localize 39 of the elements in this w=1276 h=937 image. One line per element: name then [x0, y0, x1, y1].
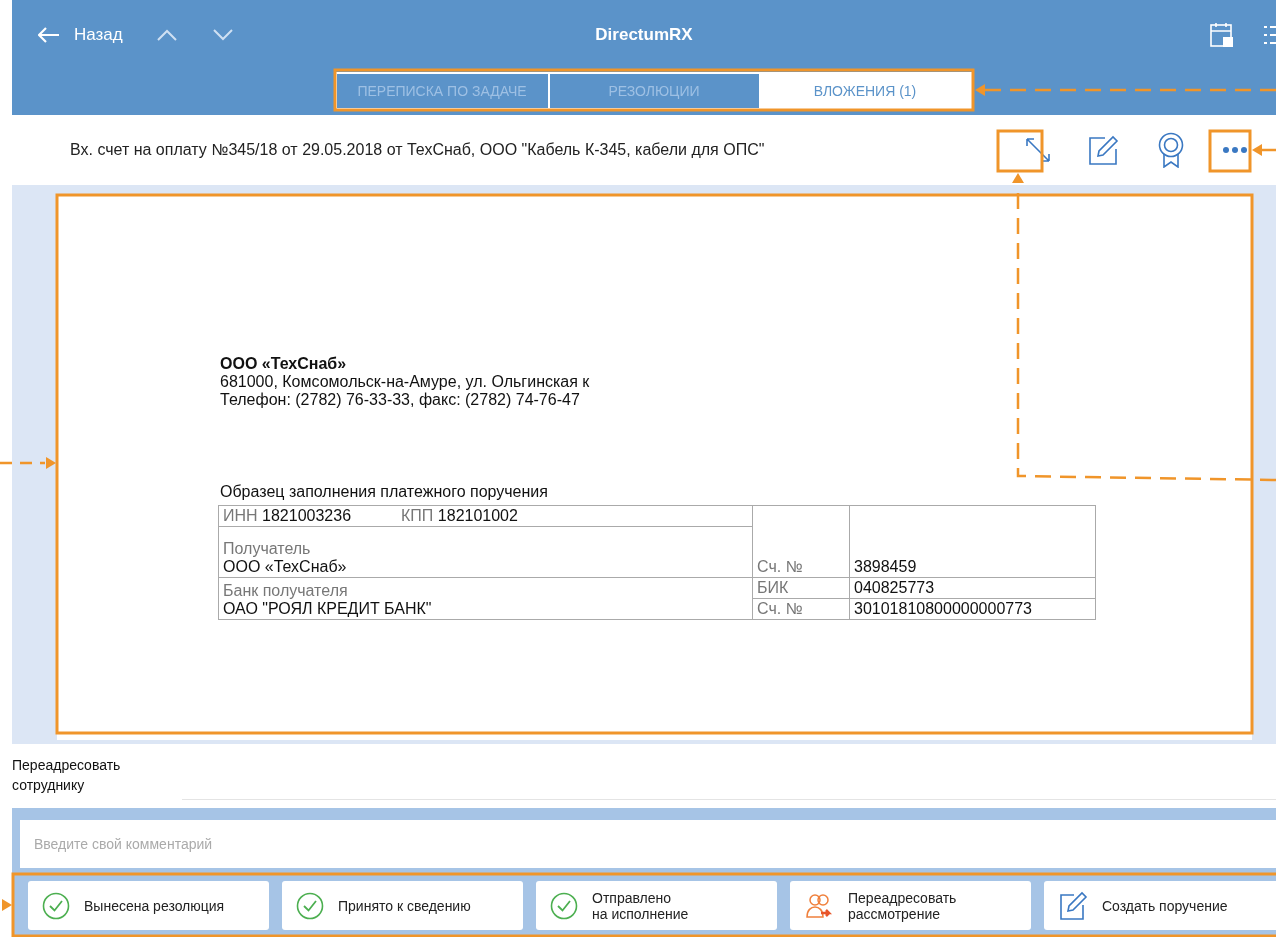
action-button[interactable]: Отправлено на исполнение: [536, 881, 777, 930]
award-icon[interactable]: [1156, 132, 1186, 168]
check-circle-icon: [550, 891, 578, 920]
company-phone: Телефон: (2782) 76-33-33, факс: (2782) 74-76-47: [220, 391, 581, 409]
callout-frame: [996, 129, 1044, 173]
forward-label: Переадресовать сотруднику: [12, 756, 122, 795]
callout-frame: [1208, 129, 1252, 173]
table-cell: Банк получателя ОАО "РОЯЛ КРЕДИТ БАНК": [218, 577, 753, 620]
action-button[interactable]: Создать поручение: [1044, 881, 1276, 930]
action-button[interactable]: Принято к сведению: [282, 881, 523, 930]
form-title: Образец заполнения платежного поручения: [220, 483, 549, 501]
table-cell: Сч. №: [752, 598, 850, 620]
table-cell: БИК: [752, 577, 850, 599]
action-button[interactable]: Переадресовать рассмотрение: [790, 881, 1031, 930]
check-circle-icon: [42, 891, 70, 920]
leader-arrow: [0, 457, 56, 469]
table-cell: 040825773: [849, 577, 1096, 599]
company-name: ООО «ТехСнаб»: [220, 355, 348, 373]
edit-icon[interactable]: [1088, 134, 1120, 166]
table-cell: ИНН 1821003236 КПП 182101002: [218, 505, 753, 527]
check-circle-icon: [296, 891, 324, 920]
action-button[interactable]: Вынесена резолюция: [28, 881, 269, 930]
company-address: 681000, Комсомольск-на-Амуре, ул. Ольгинская к: [220, 373, 591, 391]
table-cell: Получатель ООО «ТехСнаб»: [218, 526, 753, 578]
chevron-down-icon[interactable]: [212, 29, 233, 41]
back-arrow-icon: [38, 27, 60, 43]
more-icon[interactable]: [1222, 146, 1248, 154]
leader-arrow: [2, 899, 12, 911]
comment-field[interactable]: Введите свой комментарий: [20, 820, 1276, 868]
table-cell: Сч. №: [752, 505, 850, 578]
expand-icon[interactable]: [1024, 136, 1052, 164]
table-cell: 3898459: [849, 505, 1096, 578]
calendar-icon[interactable]: [1210, 22, 1234, 48]
edit-icon: [1058, 890, 1088, 921]
chevron-up-icon[interactable]: [156, 29, 177, 41]
document-title: Вх. счет на оплату №345/18 от 29.05.2018 от ТехСнаб, ООО "Кабель К-345, кабели для ОПС": [70, 141, 765, 159]
table-cell: 30101810800000000773: [849, 598, 1096, 620]
leader-arrow: [1252, 144, 1276, 156]
app-title: DirectumRX: [595, 25, 693, 44]
